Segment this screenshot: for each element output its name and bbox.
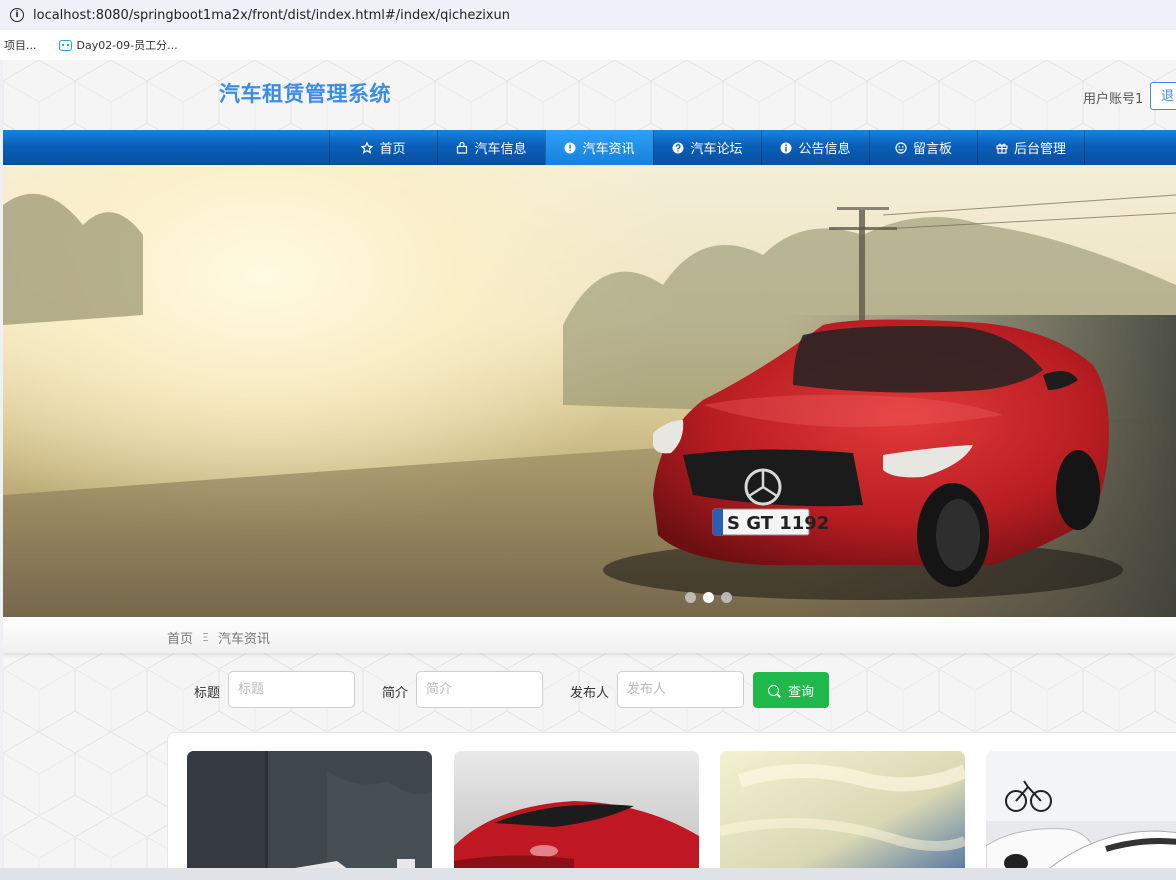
nav-label: 汽车资讯	[582, 142, 635, 157]
news-card[interactable]	[187, 751, 432, 868]
nav-item-home[interactable]: 首页	[329, 130, 437, 165]
publisher-search-input[interactable]	[617, 671, 744, 708]
news-card[interactable]	[986, 751, 1176, 868]
carousel-dot-active[interactable]	[703, 592, 714, 603]
nav-label: 后台管理	[1013, 142, 1066, 157]
url-text[interactable]: localhost:8080/springboot1ma2x/front/dis…	[33, 8, 510, 23]
carousel-dot[interactable]	[721, 592, 732, 603]
bag-icon	[457, 141, 468, 154]
nav-item-announcements[interactable]: 公告信息	[761, 130, 869, 165]
nav-item-admin[interactable]: 后台管理	[977, 130, 1085, 165]
info-icon	[780, 142, 792, 153]
page: 汽车租赁管理系统 用户账号1 退 首页 汽车信息 汽车资讯 汽车论坛 公告信息 …	[3, 60, 1176, 868]
publisher-label: 发布人	[570, 686, 610, 701]
title-search-input[interactable]	[228, 671, 355, 708]
user-account[interactable]: 用户账号1	[1083, 88, 1143, 107]
star-icon	[361, 141, 374, 154]
bilibili-icon	[58, 39, 72, 51]
nav-item-car-info[interactable]: 汽车信息	[437, 130, 545, 165]
news-card-image	[187, 751, 432, 868]
title-label: 标题	[194, 686, 221, 701]
smile-icon	[895, 141, 907, 154]
breadcrumb: 首页 Ξ 汽车资讯	[167, 628, 270, 647]
window-bottom-edge	[0, 868, 1176, 880]
license-plate: S GT 1192	[727, 513, 829, 534]
news-card[interactable]	[720, 751, 965, 868]
nav-label: 首页	[379, 142, 406, 157]
site-info-icon[interactable]: i	[10, 8, 24, 22]
news-list-panel	[167, 732, 1176, 868]
browser-address-bar[interactable]: i localhost:8080/springboot1ma2x/front/d…	[0, 0, 1176, 30]
bookmark-item[interactable]: Day02-09-员工分...	[58, 37, 178, 53]
nav-label: 汽车论坛	[690, 142, 743, 157]
bookmark-item[interactable]: 项目...	[4, 37, 37, 53]
carousel-dots	[685, 592, 739, 603]
info-circle-icon	[564, 142, 576, 153]
question-circle-icon	[672, 142, 684, 153]
nav-item-car-forum[interactable]: 汽车论坛	[653, 130, 761, 165]
news-card-image	[720, 751, 965, 868]
news-card-image	[454, 751, 699, 868]
gift-icon	[996, 143, 1008, 154]
query-button-label: 查询	[787, 684, 814, 700]
nav-item-car-news[interactable]: 汽车资讯	[545, 130, 653, 165]
breadcrumb-bar: 首页 Ξ 汽车资讯	[3, 617, 1176, 653]
intro-label: 简介	[382, 686, 409, 701]
bookmark-label: Day02-09-员工分...	[76, 39, 178, 52]
main-nav: 首页 汽车信息 汽车资讯 汽车论坛 公告信息 留言板 后台管理	[3, 130, 1176, 165]
search-form: 标题 简介 发布人 查询	[3, 671, 1176, 709]
news-card-image	[986, 751, 1176, 868]
breadcrumb-current: 汽车资讯	[217, 632, 270, 647]
nav-item-message-board[interactable]: 留言板	[869, 130, 977, 165]
bookmarks-bar: 项目... Day02-09-员工分...	[0, 30, 1176, 60]
site-header: 汽车租赁管理系统 用户账号1 退	[3, 60, 1176, 130]
nav-label: 留言板	[912, 142, 952, 157]
banner-car-image: S GT 1192	[3, 193, 1176, 617]
carousel-dot[interactable]	[685, 592, 696, 603]
news-card[interactable]	[454, 751, 699, 868]
logout-button[interactable]: 退	[1150, 82, 1176, 110]
query-button[interactable]: 查询	[753, 672, 829, 708]
hero-carousel[interactable]: S GT 1192	[3, 165, 1176, 617]
nav-label: 汽车信息	[474, 142, 527, 157]
nav-label: 公告信息	[798, 142, 851, 157]
intro-search-input[interactable]	[416, 671, 543, 708]
site-title: 汽车租赁管理系统	[219, 82, 391, 106]
breadcrumb-home[interactable]: 首页	[167, 628, 193, 647]
search-icon	[767, 684, 779, 696]
breadcrumb-separator-icon: Ξ	[202, 631, 209, 644]
